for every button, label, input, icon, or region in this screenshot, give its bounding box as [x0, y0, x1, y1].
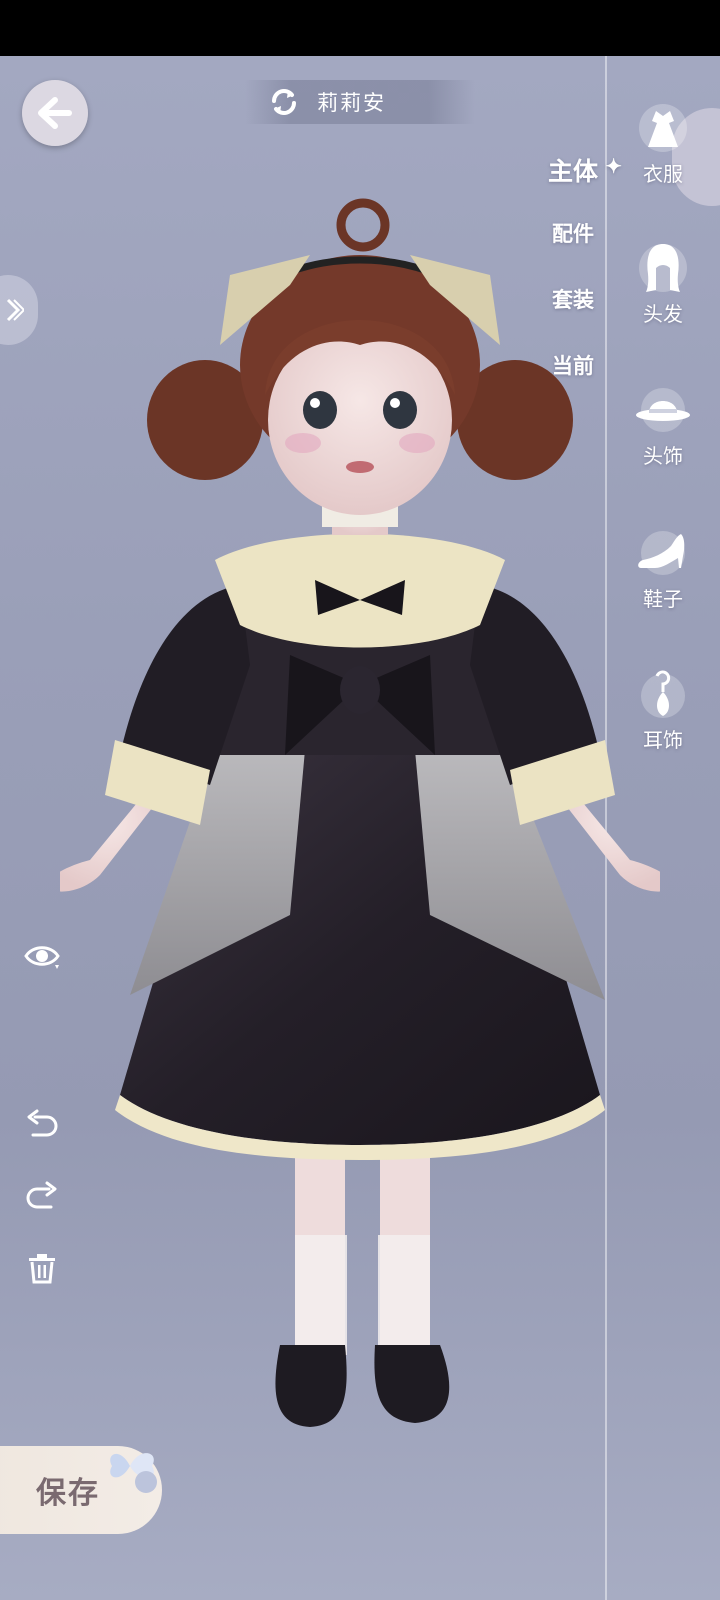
- character-model[interactable]: [60, 195, 660, 1470]
- character-name-bar[interactable]: 莉莉安: [245, 80, 475, 124]
- status-bar: [0, 0, 720, 56]
- trash-icon: [29, 1254, 55, 1284]
- redo-icon: [26, 1181, 57, 1209]
- side-panel-toggle[interactable]: [0, 275, 38, 345]
- double-chevron-right-icon: [6, 298, 24, 322]
- back-arrow-icon: [38, 97, 72, 129]
- category-clothes-label: 衣服: [643, 162, 683, 186]
- switch-character-icon[interactable]: [269, 87, 299, 117]
- toggle-visibility-button[interactable]: [22, 936, 62, 976]
- save-button-label: 保存: [36, 1476, 100, 1511]
- delete-button[interactable]: [22, 1248, 62, 1288]
- character-name: 莉莉安: [317, 91, 386, 115]
- redo-button[interactable]: [22, 1176, 62, 1216]
- back-button[interactable]: [22, 80, 88, 146]
- dress-icon: [639, 104, 687, 152]
- tab-main-label: 主体: [547, 157, 598, 186]
- tab-main[interactable]: 主体 ✦: [538, 152, 622, 188]
- sparkle-icon: ✦: [605, 154, 622, 178]
- eye-icon: [24, 946, 60, 969]
- undo-button[interactable]: [22, 1104, 62, 1144]
- save-decoration-icon: [110, 1453, 157, 1493]
- undo-icon: [27, 1109, 58, 1137]
- category-clothes[interactable]: 衣服: [624, 100, 702, 187]
